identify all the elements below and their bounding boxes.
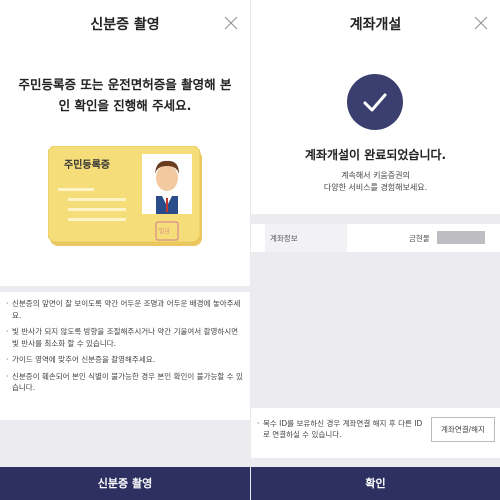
completion-subtitle-line: 계속해서 키움증권의 xyxy=(341,171,410,180)
relink-section: 복수 ID를 보유하신 경우 계좌연결 해지 후 다른 ID로 연결하실 수 있… xyxy=(251,408,500,458)
capture-id-button[interactable]: 신분증 촬영 xyxy=(0,467,250,500)
note-item: 빛 반사가 되지 않도록 방향을 조절해주시거나 약간 기울여서 촬영하시면 빛… xyxy=(6,326,244,349)
completion-section: 계좌개설이 완료되었습니다. 계속해서 키움증권의 다양한 서비스를 경험해보세… xyxy=(251,44,500,214)
account-label-cell: 계좌정보 xyxy=(265,224,347,252)
relink-note: 복수 ID를 보유하신 경우 계좌연결 해지 후 다른 ID로 연결하실 수 있… xyxy=(257,418,425,440)
check-icon xyxy=(363,93,387,112)
completion-subtitle-line: 다양한 서비스를 경험해보세요. xyxy=(323,183,428,192)
close-icon xyxy=(474,16,488,30)
completion-subtitle: 계속해서 키움증권의 다양한 서비스를 경험해보세요. xyxy=(251,170,500,194)
masked-account-number xyxy=(437,231,485,244)
guide-section: 주민등록증 또는 운전면허증을 촬영해 본 인 확인을 진행해 주세요. 주민등… xyxy=(0,44,250,286)
confirm-button[interactable]: 확인 xyxy=(251,467,500,500)
account-relink-button[interactable]: 계좌연결/해지 xyxy=(431,417,495,442)
success-badge xyxy=(347,74,403,130)
id-card-label: 주민등록증 xyxy=(64,160,110,171)
id-card-illustration: 주민등록증 발급 xyxy=(47,145,204,248)
header: 계좌개설 xyxy=(251,0,500,44)
close-icon xyxy=(224,16,238,30)
account-holder: 금현물 xyxy=(409,234,430,243)
note-item: 신분증의 앞면이 잘 보이도록 약간 어두운 조명과 어두운 배경에 놓아주세요… xyxy=(6,298,244,321)
guide-notes: 신분증의 앞면이 잘 보이도록 약간 어두운 조명과 어두운 배경에 놓아주세요… xyxy=(0,292,250,420)
account-info-row: 계좌정보 금현물 xyxy=(251,224,500,252)
guide-heading: 주민등록증 또는 운전면허증을 촬영해 본 인 확인을 진행해 주세요. xyxy=(10,74,240,116)
note-item: 가이드 영역에 맞추어 신분증을 촬영해주세요. xyxy=(6,354,244,366)
account-label: 계좌정보 xyxy=(270,234,298,243)
close-button[interactable] xyxy=(224,16,238,30)
close-button[interactable] xyxy=(474,16,488,30)
account-open-panel: 계좌개설 계좌개설이 완료되었습니다. 계속해서 키움증권의 다양한 서비스를 … xyxy=(251,0,500,500)
page-title: 계좌개설 xyxy=(349,17,402,33)
header: 신분증 촬영 xyxy=(0,0,250,44)
id-capture-panel: 신분증 촬영 주민등록증 또는 운전면허증을 촬영해 본 인 확인을 진행해 주… xyxy=(0,0,250,500)
guide-heading-line: 인 확인을 진행해 주세요. xyxy=(58,98,192,113)
page-title: 신분증 촬영 xyxy=(90,17,160,33)
guide-heading-line: 주민등록증 또는 운전면허증을 촬영해 본 xyxy=(18,77,232,92)
completion-title: 계좌개설이 완료되었습니다. xyxy=(304,148,447,162)
note-item: 신분증이 훼손되어 본인 식별이 불가능한 경우 본인 확인이 불가능할 수 있… xyxy=(6,371,244,394)
id-card-seal: 발급 xyxy=(159,228,171,235)
